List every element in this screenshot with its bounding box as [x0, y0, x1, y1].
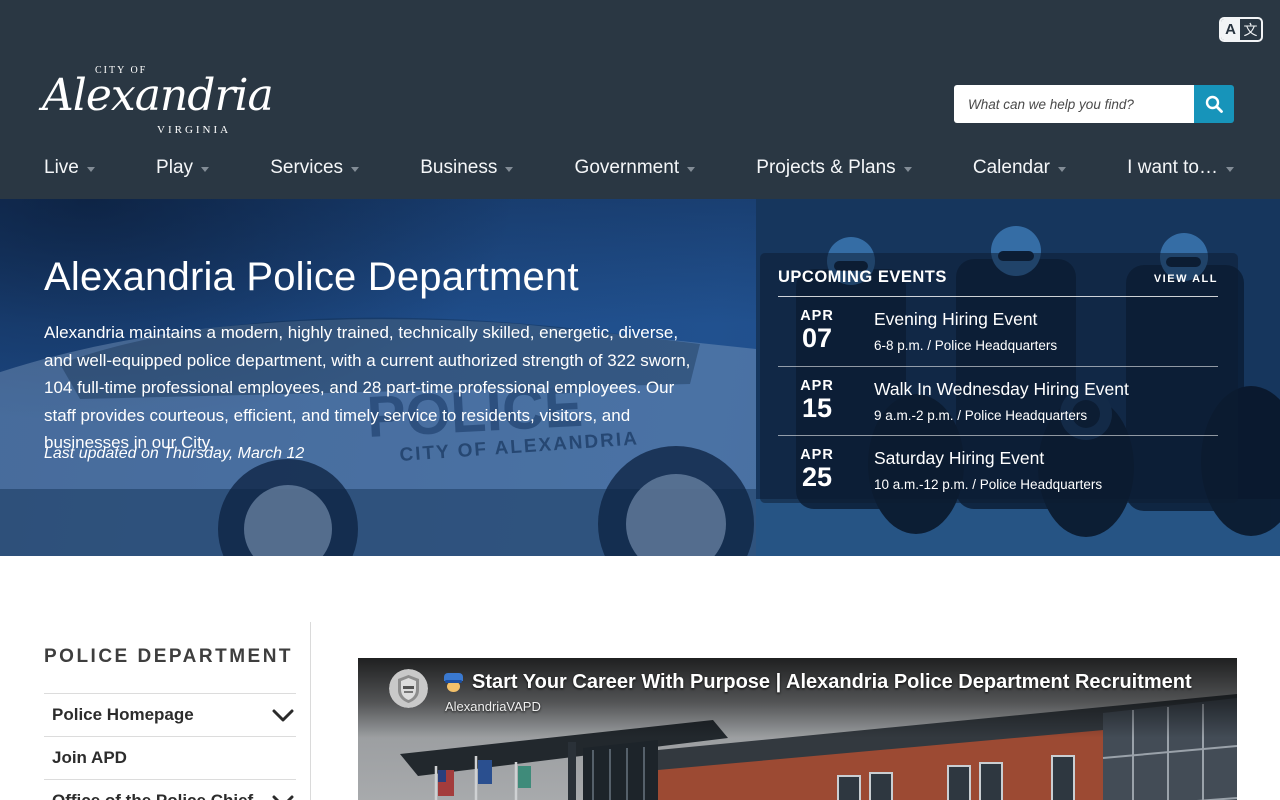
translate-wen-icon: 文 — [1243, 22, 1258, 39]
chevron-down-icon — [272, 795, 294, 800]
nav-item-business[interactable]: Business — [420, 157, 514, 179]
sidebar-nav: Police Homepage Join APD Office of the P… — [44, 693, 296, 800]
nav-item-calendar[interactable]: Calendar — [973, 157, 1066, 179]
translate-button[interactable]: A 文 — [1219, 17, 1263, 42]
event-row[interactable]: APR 25 Saturday Hiring Event 10 a.m.-12 … — [778, 435, 1218, 505]
chevron-down-icon — [351, 167, 360, 172]
logo-state: VIRGINIA — [157, 124, 232, 136]
event-title[interactable]: Walk In Wednesday Hiring Event — [874, 379, 1129, 400]
sidebar-item-join-apd[interactable]: Join APD — [44, 736, 296, 779]
chevron-down-icon — [86, 167, 95, 172]
main-nav: Live Play Services Business Government P… — [0, 147, 1280, 199]
event-title[interactable]: Saturday Hiring Event — [874, 448, 1102, 469]
police-officer-emoji-icon — [444, 673, 463, 692]
sidebar-item-office-of-police-chief[interactable]: Office of the Police Chief — [44, 779, 296, 800]
event-row[interactable]: APR 15 Walk In Wednesday Hiring Event 9 … — [778, 365, 1218, 436]
view-all-link[interactable]: VIEW ALL — [1154, 273, 1218, 285]
nav-item-services[interactable]: Services — [270, 157, 360, 179]
site-search — [954, 85, 1234, 123]
sidebar-heading: POLICE DEPARTMENT — [44, 646, 294, 667]
hero-banner: POLICE CITY OF ALEXANDRIA Alexandria Pol… — [0, 199, 1280, 556]
events-header: UPCOMING EVENTS VIEW ALL — [778, 268, 1218, 297]
chevron-down-icon — [505, 167, 514, 172]
youtube-video-embed[interactable]: Start Your Career With Purpose | Alexand… — [358, 658, 1237, 800]
chevron-down-icon — [201, 167, 210, 172]
nav-item-projects-plans[interactable]: Projects & Plans — [756, 157, 912, 179]
event-meta: 6-8 p.m. / Police Headquarters — [874, 338, 1058, 353]
event-date: APR 25 — [800, 447, 834, 493]
last-updated: Last updated on Thursday, March 12 — [44, 445, 305, 462]
event-date: APR 15 — [800, 377, 834, 423]
event-meta: 10 a.m.-12 p.m. / Police Headquarters — [874, 477, 1103, 493]
search-input[interactable] — [954, 85, 1194, 123]
events-heading: UPCOMING EVENTS — [778, 268, 947, 286]
video-top-gradient — [358, 658, 1237, 738]
logo-name: Alexandria — [42, 70, 274, 121]
nav-item-play[interactable]: Play — [156, 157, 210, 179]
page-title: Alexandria Police Department — [44, 255, 579, 299]
event-row[interactable]: APR 07 Evening Hiring Event 6-8 p.m. / P… — [778, 297, 1218, 366]
chevron-down-icon — [272, 709, 294, 721]
chevron-down-icon — [903, 167, 912, 172]
chevron-down-icon — [1226, 167, 1234, 172]
nav-item-i-want-to[interactable]: I want to… — [1127, 157, 1234, 179]
chevron-down-icon — [687, 167, 696, 172]
search-icon — [1205, 95, 1223, 113]
channel-avatar[interactable] — [389, 669, 428, 708]
event-date: APR 07 — [800, 308, 834, 353]
nav-item-live[interactable]: Live — [44, 157, 95, 179]
video-channel-name[interactable]: AlexandriaVAPD — [445, 699, 541, 714]
site-header: A 文 CITY OF Alexandria VIRGINIA Live Pla… — [0, 0, 1280, 199]
event-title[interactable]: Evening Hiring Event — [874, 309, 1057, 330]
sidebar-divider — [310, 622, 311, 800]
translate-a-icon: A — [1221, 19, 1240, 40]
sidebar-item-police-homepage[interactable]: Police Homepage — [44, 693, 296, 736]
video-title[interactable]: Start Your Career With Purpose | Alexand… — [472, 671, 1192, 694]
page-description: Alexandria maintains a modern, highly tr… — [44, 323, 691, 452]
event-meta: 9 a.m.-2 p.m. / Police Headquarters — [874, 407, 1088, 423]
city-logo[interactable]: CITY OF Alexandria VIRGINIA — [42, 62, 274, 140]
nav-item-government[interactable]: Government — [575, 157, 696, 179]
upcoming-events-panel: UPCOMING EVENTS VIEW ALL APR 07 Evening … — [760, 253, 1238, 503]
chevron-down-icon — [1057, 167, 1066, 172]
search-button[interactable] — [1194, 85, 1234, 123]
video-title-row: Start Your Career With Purpose | Alexand… — [444, 671, 1192, 694]
